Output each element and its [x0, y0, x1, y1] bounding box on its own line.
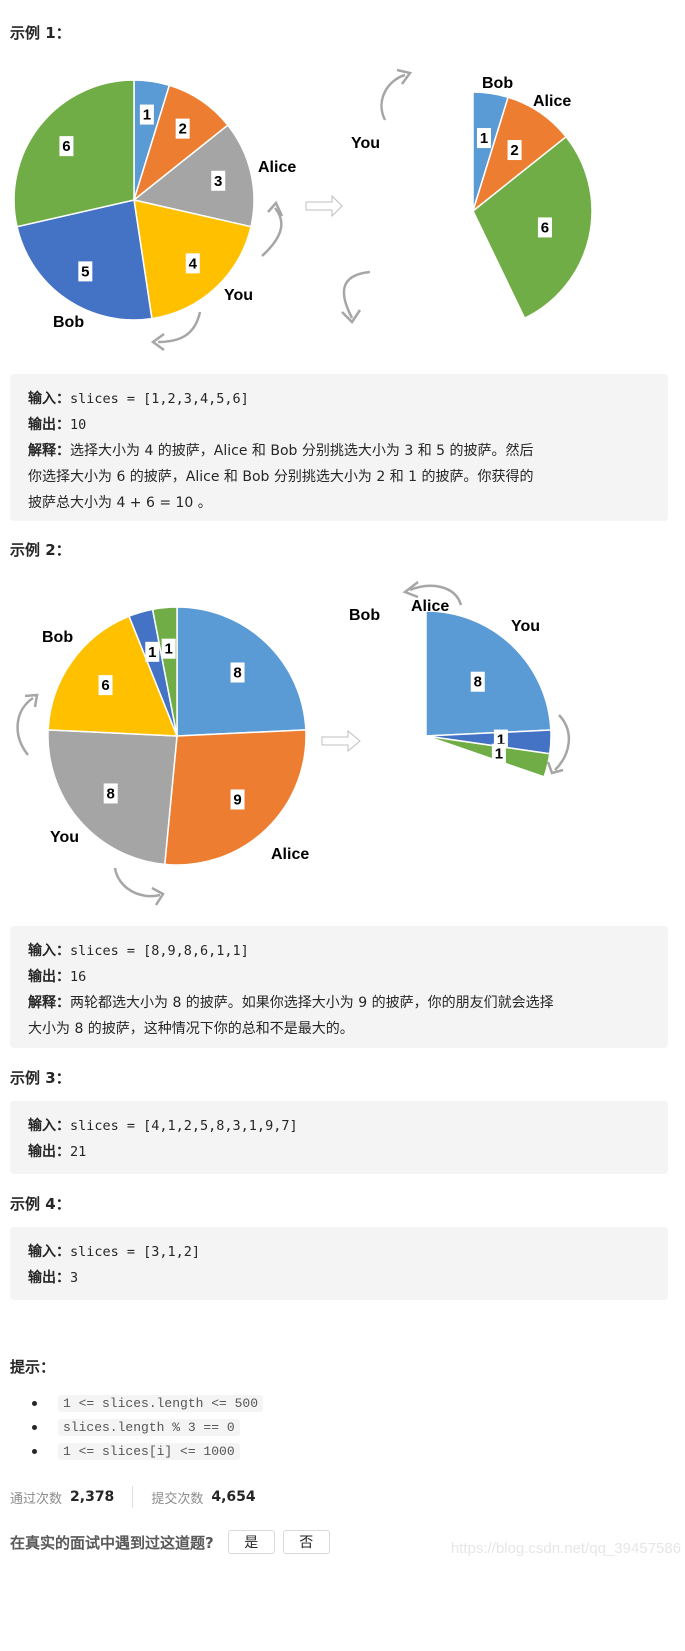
slice-value-label: 1: [148, 644, 156, 661]
explain-line: 披萨总大小为 4 + 6 = 10 。: [28, 495, 212, 511]
accepted-value: 2,378: [70, 1489, 115, 1505]
curved-arrow-icon: [261, 207, 283, 257]
label-alice: Alice: [411, 598, 449, 615]
hint-item: 1 <= slices.length <= 500: [32, 1391, 264, 1415]
interview-question-text: 在真实的面试中遇到过这道题?: [10, 1533, 214, 1552]
example-2-title: 示例 2：: [10, 541, 71, 559]
label-bob: Bob: [53, 314, 84, 331]
input-label: 输入：: [28, 1118, 70, 1134]
slice-value-label: 5: [81, 263, 89, 280]
slice-value-label: 9: [233, 791, 241, 808]
slice-value-label: 6: [541, 219, 549, 236]
hint-item: slices.length % 3 == 0: [32, 1415, 263, 1439]
label-alice: Alice: [258, 159, 296, 176]
slice-value-label: 8: [107, 785, 115, 802]
slice-value-label: 1: [495, 746, 503, 763]
slice-value-label: 2: [510, 142, 518, 159]
explain-label: 解释：: [28, 443, 70, 459]
output-label: 输出：: [28, 969, 70, 985]
example-1-block: 输入：slices = [1,2,3,4,5,6] 输出：10 解释：选择大小为…: [10, 374, 668, 521]
output-value: 3: [70, 1270, 79, 1286]
submitted-value: 4,654: [211, 1489, 256, 1505]
label-bob: Bob: [349, 607, 380, 624]
interview-question: 在真实的面试中遇到过这道题? 是 否: [10, 1530, 338, 1554]
pie-chart-remaining: 1 2 6: [471, 91, 593, 320]
label-you: You: [50, 829, 79, 846]
label-bob: Bob: [482, 75, 513, 92]
bullet-icon: [32, 1401, 37, 1406]
input-label: 输入：: [28, 1244, 70, 1260]
hints-title: 提示：: [10, 1358, 56, 1376]
hint-code: slices.length % 3 == 0: [58, 1418, 240, 1436]
label-bob: Bob: [42, 629, 73, 646]
slice-value-label: 1: [164, 641, 172, 658]
slice-value-label: 6: [62, 138, 70, 155]
input-value: slices = [3,1,2]: [70, 1244, 201, 1260]
curved-arrow-icon: [342, 270, 371, 319]
curved-arrow-icon: [554, 714, 571, 771]
example-2-block: 输入：slices = [8,9,8,6,1,1] 输出：16 解释：两轮都选大…: [10, 926, 668, 1048]
input-label: 输入：: [28, 943, 70, 959]
example-1-diagram: 1 2 3 4 5 6 1 2 6 Alice You Bob Bob Alice You: [13, 68, 593, 352]
pie-slice: [13, 79, 135, 228]
label-you: You: [351, 135, 380, 152]
curved-arrow-icon: [16, 696, 34, 756]
explain-line: 两轮都选大小为 8 的披萨。如果你选择大小为 9 的披萨，你的朋友们就会选择: [70, 995, 554, 1011]
submitted-label: 提交次数: [151, 1491, 204, 1507]
pie-chart-initial: 8 9 8 6 1 1: [47, 606, 307, 866]
input-value: slices = [4,1,2,5,8,3,1,9,7]: [70, 1118, 298, 1134]
slice-value-label: 8: [233, 665, 241, 682]
hints-list: 1 <= slices.length <= 500 slices.length …: [32, 1391, 264, 1463]
slice-value-label: 1: [143, 107, 151, 124]
example-3-title: 示例 3：: [10, 1069, 71, 1087]
accepted-label: 通过次数: [10, 1491, 63, 1507]
example-4-block: 输入：slices = [3,1,2] 输出：3: [10, 1227, 668, 1300]
curved-arrow-icon: [380, 73, 406, 121]
yes-button[interactable]: 是: [227, 1530, 275, 1554]
slice-value-label: 1: [480, 130, 488, 147]
label-you: You: [224, 287, 253, 304]
example-1-title: 示例 1：: [10, 24, 71, 42]
label-alice: Alice: [533, 93, 571, 110]
hint-code: 1 <= slices.length <= 500: [58, 1394, 264, 1412]
submission-stats: 通过次数 2,378 提交次数 4,654: [10, 1486, 256, 1508]
bullet-icon: [32, 1449, 37, 1454]
explain-line: 大小为 8 的披萨，这种情况下你的总和不是最大的。: [28, 1021, 354, 1037]
example-2-diagram: 89861 1 811 Bob You Alice Bob Alice You: [16, 581, 571, 906]
output-label: 输出：: [28, 417, 70, 433]
input-value: slices = [1,2,3,4,5,6]: [70, 391, 249, 407]
input-value: slices = [8,9,8,6,1,1]: [70, 943, 249, 959]
slice-value-label: 2: [178, 121, 186, 138]
output-value: 10: [70, 417, 87, 433]
divider: [132, 1486, 134, 1508]
right-arrow-icon: [321, 729, 361, 753]
watermark: https://blog.csdn.net/qq_39457586: [450, 1540, 681, 1557]
slice-value-label: 8: [474, 674, 482, 691]
slice-value-label: 6: [101, 677, 109, 694]
output-value: 21: [70, 1144, 87, 1160]
curved-arrow-icon: [113, 867, 161, 898]
slice-value-label: 4: [189, 255, 198, 272]
example-4-title: 示例 4：: [10, 1195, 71, 1213]
explain-line: 你选择大小为 6 的披萨，Alice 和 Bob 分别挑选大小为 2 和 1 的…: [28, 469, 534, 485]
explain-label: 解释：: [28, 995, 70, 1011]
example-2-figure: 898611 811 Bob You Alice Bob Alice You: [0, 570, 685, 915]
bullet-icon: [32, 1425, 37, 1430]
right-arrow-icon: [305, 194, 343, 218]
slice-value-label: 3: [214, 173, 222, 190]
hint-code: 1 <= slices[i] <= 1000: [58, 1442, 240, 1460]
pie-chart-initial: 1 2 3 4 5 6: [13, 79, 255, 321]
explain-line: 选择大小为 4 的披萨，Alice 和 Bob 分别挑选大小为 3 和 5 的披…: [70, 443, 534, 459]
pie-chart-remaining: 811: [425, 610, 552, 778]
hint-item: 1 <= slices[i] <= 1000: [32, 1439, 263, 1463]
example-1-figure: 1 2 3 4 5 6 1 2 6 Alice You Bob Bob Alice You: [0, 50, 685, 360]
example-3-block: 输入：slices = [4,1,2,5,8,3,1,9,7] 输出：21: [10, 1101, 668, 1174]
label-alice: Alice: [271, 846, 309, 863]
label-you: You: [511, 618, 540, 635]
input-label: 输入：: [28, 391, 70, 407]
output-label: 输出：: [28, 1144, 70, 1160]
output-value: 16: [70, 969, 87, 985]
no-button[interactable]: 否: [282, 1530, 330, 1554]
output-label: 输出：: [28, 1270, 70, 1286]
